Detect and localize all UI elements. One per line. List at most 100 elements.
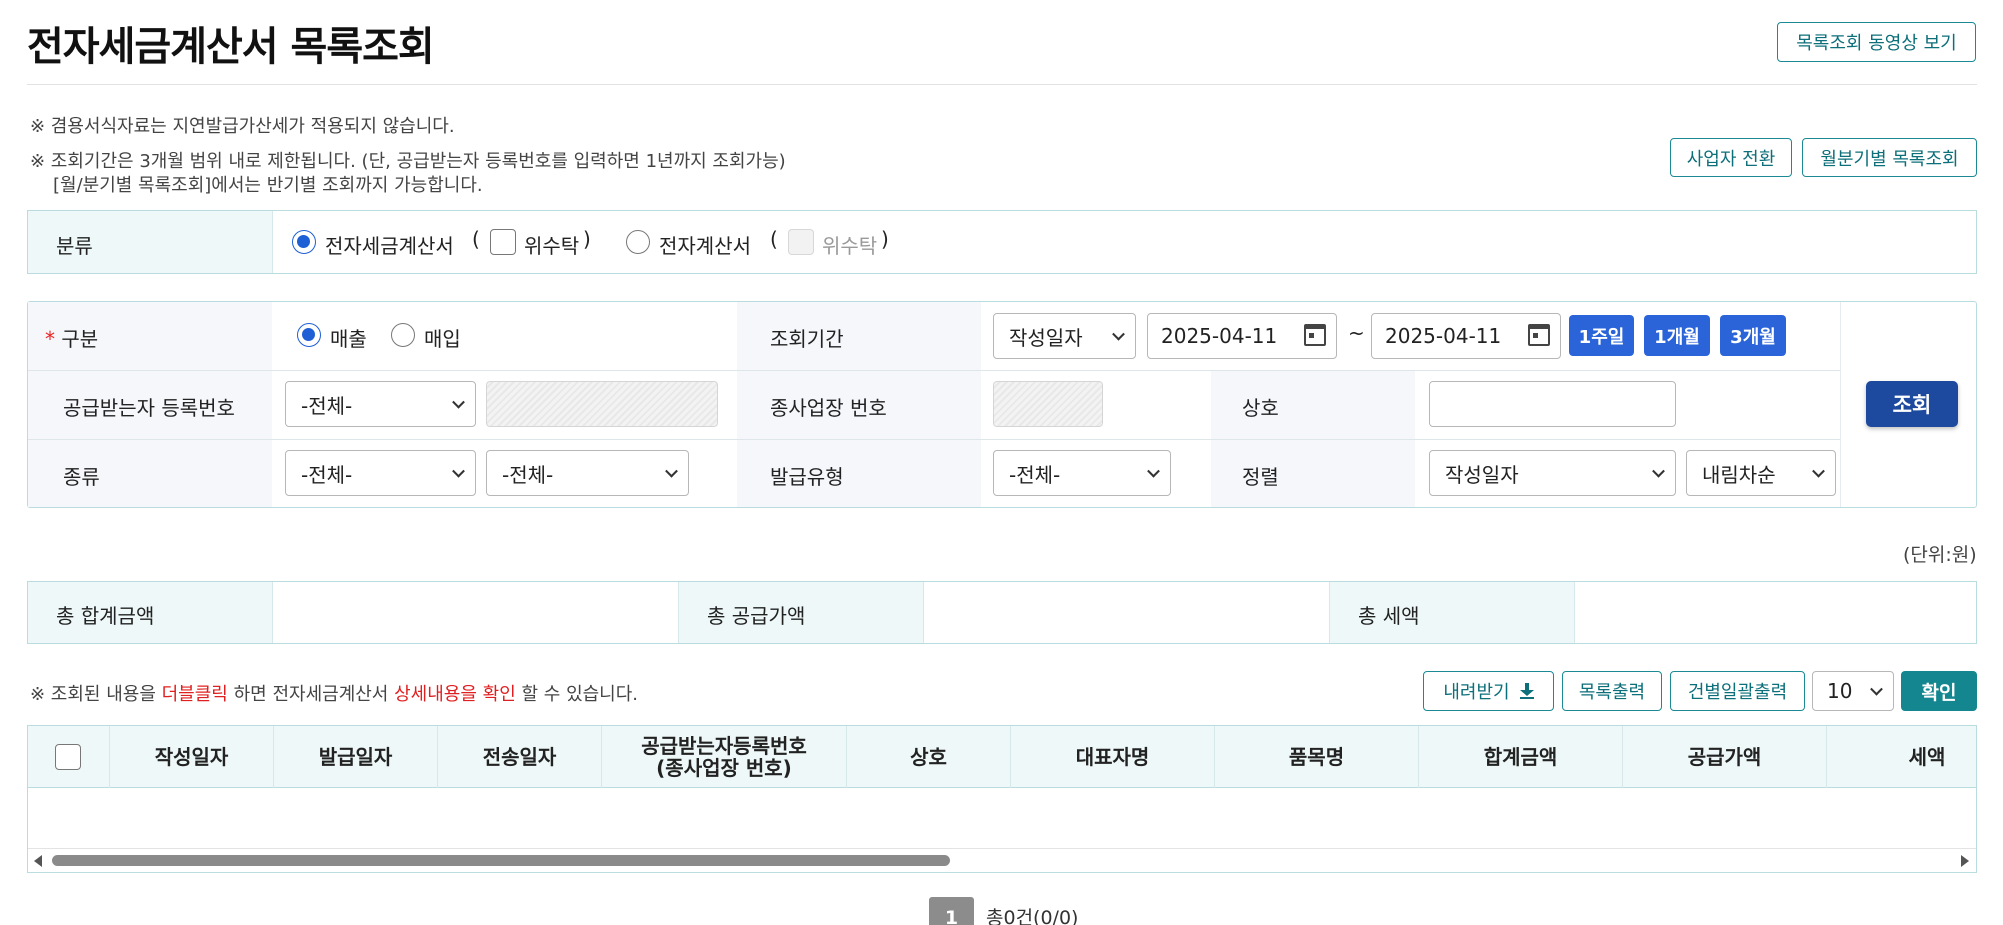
- recipient-select-value: -전체-: [301, 393, 353, 418]
- period-basis-value: 작성일자: [1009, 325, 1083, 350]
- sort-order-select[interactable]: 내림차순: [1686, 450, 1836, 496]
- consignment-1-label: 위수탁: [524, 234, 580, 258]
- select-all-checkbox[interactable]: [55, 744, 81, 770]
- calendar-icon[interactable]: [1304, 324, 1326, 346]
- period-basis-select[interactable]: 작성일자: [993, 313, 1136, 359]
- chevron-down-icon: [665, 464, 678, 478]
- period-3month-button[interactable]: 3개월: [1720, 315, 1786, 356]
- option-e-invoice-label: 전자계산서: [659, 234, 751, 258]
- branch-number-input: [993, 381, 1103, 427]
- notice-line-1: ※ 겸용서식자료는 지연발급가산세가 적용되지 않습니다.: [30, 116, 455, 137]
- category-box: 분류 전자세금계산서 ( 위수탁 ) 전자계산서 ( 위수탁 ): [27, 210, 1977, 274]
- category-label: 분류: [56, 234, 93, 258]
- period-1month-button[interactable]: 1개월: [1644, 315, 1710, 356]
- total-tax-label: 총 세액: [1358, 604, 1420, 628]
- company-name-input[interactable]: [1429, 381, 1676, 427]
- chevron-down-icon: [1870, 682, 1883, 696]
- paren-open: (: [472, 227, 480, 251]
- kind-select-2[interactable]: -전체-: [486, 450, 689, 496]
- column-header[interactable]: 발급일자: [274, 726, 437, 788]
- branch-number-label: 종사업장 번호: [770, 396, 887, 420]
- option-e-tax-invoice-label: 전자세금계산서: [325, 234, 454, 258]
- title-divider: [27, 84, 1977, 85]
- monthly-list-button[interactable]: 월분기별 목록조회: [1802, 138, 1977, 177]
- horizontal-scrollbar[interactable]: [28, 849, 1976, 872]
- radio-sales[interactable]: [297, 323, 321, 347]
- kind-select-1-value: -전체-: [301, 462, 353, 487]
- period-label: 조회기간: [770, 327, 844, 351]
- radio-e-invoice[interactable]: [626, 230, 650, 254]
- paren-open: (: [770, 227, 778, 251]
- list-notice-detail: 상세내용을 확인: [394, 684, 516, 705]
- date-from-input[interactable]: 2025-04-11: [1147, 313, 1337, 359]
- page-size-select[interactable]: 10: [1812, 671, 1894, 711]
- column-header[interactable]: 품목명: [1215, 726, 1418, 788]
- purchase-label: 매입: [424, 327, 461, 351]
- totals-divider: [923, 582, 924, 643]
- total-supply-label: 총 공급가액: [707, 604, 806, 628]
- search-form: * 구분 매출 매입 조회기간 작성일자 2025-04-11 ~ 2025-0…: [27, 301, 1977, 508]
- sort-field-select[interactable]: 작성일자: [1429, 450, 1676, 496]
- page-number-current[interactable]: 1: [929, 897, 974, 925]
- chevron-down-icon: [452, 395, 465, 409]
- chevron-down-icon: [1812, 464, 1825, 478]
- column-header[interactable]: 전송일자: [438, 726, 601, 788]
- date-range-tilde: ~: [1348, 321, 1365, 345]
- period-1week-button[interactable]: 1주일: [1569, 315, 1634, 356]
- video-guide-button[interactable]: 목록조회 동영상 보기: [1777, 22, 1976, 62]
- list-notice: ※ 조회된 내용을 더블클릭 하면 전자세금계산서 상세내용을 확인 할 수 있…: [30, 680, 638, 706]
- scrollbar-thumb[interactable]: [52, 855, 950, 866]
- totals-divider: [1574, 582, 1575, 643]
- radio-purchase[interactable]: [391, 323, 415, 347]
- kind-select-2-value: -전체-: [502, 462, 554, 487]
- scroll-right-icon[interactable]: [1961, 855, 1969, 867]
- recipient-number-input: [486, 381, 718, 427]
- column-header[interactable]: 합계금액: [1419, 726, 1622, 788]
- page-title: 전자세금계산서 목록조회: [27, 24, 435, 70]
- column-header[interactable]: 작성일자: [110, 726, 273, 788]
- total-count: 총0건(0/0): [986, 907, 1079, 925]
- column-header[interactable]: 상호: [847, 726, 1010, 788]
- column-header[interactable]: 공급받는자등록번호 (종사업장 번호): [602, 726, 846, 788]
- issue-type-value: -전체-: [1009, 462, 1061, 487]
- category-divider: [272, 211, 273, 273]
- totals-box: 총 합계금액 총 공급가액 총 세액: [27, 581, 1977, 644]
- sort-order-value: 내림차순: [1702, 462, 1776, 487]
- date-from-value: 2025-04-11: [1161, 324, 1278, 348]
- column-header[interactable]: 대표자명: [1011, 726, 1214, 788]
- issue-type-label: 발급유형: [770, 465, 844, 489]
- download-icon: [1519, 683, 1534, 699]
- chevron-down-icon: [1652, 464, 1665, 478]
- calendar-icon[interactable]: [1528, 324, 1550, 346]
- issue-type-select[interactable]: -전체-: [993, 450, 1171, 496]
- kind-select-1[interactable]: -전체-: [285, 450, 476, 496]
- totals-divider: [272, 582, 273, 643]
- kind-label: 종류: [63, 465, 100, 489]
- recipient-select[interactable]: -전체-: [285, 381, 476, 427]
- print-each-button[interactable]: 건별일괄출력: [1670, 671, 1805, 711]
- type-label-text: 구분: [61, 327, 99, 351]
- switch-business-button[interactable]: 사업자 전환: [1670, 138, 1792, 177]
- chevron-down-icon: [452, 464, 465, 478]
- consignment-2-label: 위수탁: [822, 234, 878, 258]
- notice-line-2: ※ 조회기간은 3개월 범위 내로 제한됩니다. (단, 공급받는자 등록번호를…: [30, 151, 786, 172]
- date-to-input[interactable]: 2025-04-11: [1371, 313, 1561, 359]
- total-amount-label: 총 합계금액: [56, 604, 155, 628]
- checkbox-consignment-1[interactable]: [490, 229, 516, 255]
- row-divider: [28, 370, 1840, 371]
- company-name-label: 상호: [1242, 396, 1279, 420]
- confirm-button[interactable]: 확인: [1901, 671, 1977, 711]
- date-to-value: 2025-04-11: [1385, 324, 1502, 348]
- list-notice-suffix: 할 수 있습니다.: [521, 684, 639, 705]
- scroll-left-icon[interactable]: [34, 855, 42, 867]
- search-button[interactable]: 조회: [1866, 381, 1958, 427]
- chevron-down-icon: [1147, 464, 1160, 478]
- download-label: 내려받기: [1443, 682, 1510, 703]
- radio-e-tax-invoice[interactable]: [292, 230, 316, 254]
- column-header[interactable]: 세액: [1827, 726, 2003, 788]
- download-button[interactable]: 내려받기: [1423, 671, 1554, 711]
- column-header[interactable]: 공급가액: [1623, 726, 1826, 788]
- print-list-button[interactable]: 목록출력: [1562, 671, 1662, 711]
- row-divider: [28, 439, 1840, 440]
- paren-close: ): [881, 227, 889, 251]
